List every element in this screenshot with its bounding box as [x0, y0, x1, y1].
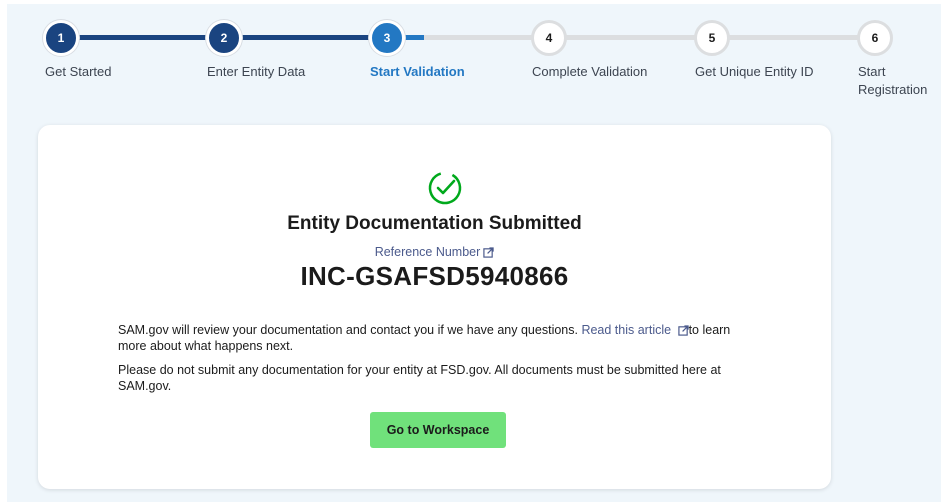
step-6-label: Start Registration [858, 64, 928, 97]
step-track-1-2 [76, 35, 212, 40]
go-to-workspace-button[interactable]: Go to Workspace [370, 412, 506, 448]
step-track-3-4-progress [402, 35, 424, 40]
external-link-icon[interactable] [677, 325, 689, 336]
reference-number-link[interactable]: Reference Number [38, 245, 831, 259]
external-link-icon[interactable] [483, 247, 494, 258]
step-4-circle: 4 [531, 20, 567, 56]
submission-warning-paragraph: Please do not submit any documentation f… [118, 363, 721, 393]
review-info-text: SAM.gov will review your documentation a… [118, 323, 578, 337]
step-1-circle: 1 [43, 20, 79, 56]
step-6-circle: 6 [857, 20, 893, 56]
review-info-paragraph: SAM.gov will review your documentation a… [118, 322, 758, 354]
step-2-label: Enter Entity Data [207, 64, 306, 79]
step-track-5-6 [728, 35, 864, 40]
step-5-label: Get Unique Entity ID [695, 64, 814, 79]
step-5-circle: 5 [694, 20, 730, 56]
step-2-circle: 2 [206, 20, 242, 56]
confirmation-title: Entity Documentation Submitted [287, 213, 582, 234]
step-track-2-3 [239, 35, 375, 40]
read-article-link-text[interactable]: Read this article [581, 323, 671, 337]
reference-number-value: INC-GSAFSD5940866 [300, 261, 569, 291]
step-3-label: Start Validation [370, 64, 465, 79]
check-circle-icon [428, 171, 462, 205]
step-track-4-5 [565, 35, 701, 40]
reference-number-label[interactable]: Reference Number [375, 245, 481, 259]
step-indicator: 1 2 3 4 5 6 Get Started Enter Entity Dat… [0, 0, 941, 110]
read-article-link[interactable]: Read this article [581, 323, 689, 337]
step-1-label: Get Started [45, 64, 112, 79]
step-4-label: Complete Validation [532, 64, 648, 79]
step-3-circle: 3 [369, 20, 405, 56]
confirmation-card: Entity Documentation Submitted Reference… [38, 125, 831, 489]
step-track-3-4 [424, 35, 538, 40]
